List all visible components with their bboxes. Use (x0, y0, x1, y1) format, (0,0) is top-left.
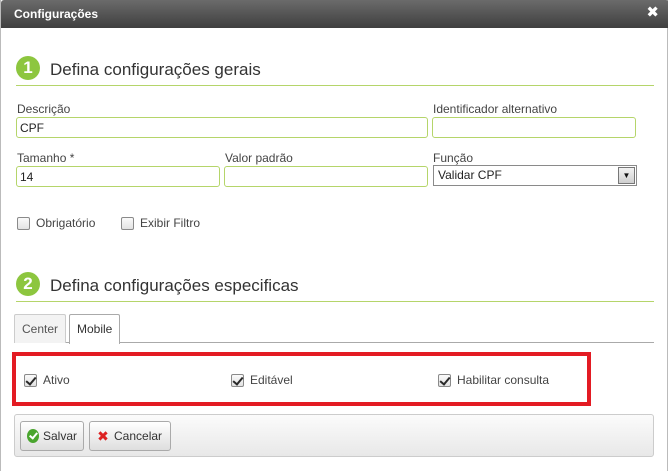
funcao-select[interactable]: Validar CPF ▼ (433, 165, 637, 186)
dialog-footer: Salvar ✖ Cancelar (14, 414, 654, 457)
funcao-label: Função (433, 151, 474, 165)
configuracoes-dialog: Configurações ✖ 1 Defina configurações g… (0, 0, 668, 471)
tamanho-label: Tamanho * (17, 151, 75, 165)
save-button[interactable]: Salvar (20, 421, 84, 451)
section-general-heading: Defina configurações gerais (50, 60, 261, 79)
save-button-label: Salvar (42, 429, 77, 443)
step-number-2: 2 (16, 272, 40, 296)
red-highlight-box (12, 352, 591, 406)
step-number-1: 1 (16, 56, 40, 80)
tab-center[interactable]: Center (14, 314, 67, 343)
descricao-input[interactable] (16, 117, 428, 138)
exibir-filtro-checkbox[interactable] (121, 216, 134, 230)
funcao-selected-value: Validar CPF (438, 168, 502, 182)
identificador-label: Identificador alternativo (433, 102, 558, 116)
section-general-header: 1 Defina configurações gerais (16, 56, 654, 86)
obrigatorio-checkbox-row[interactable]: Obrigatório (17, 216, 95, 230)
exibir-filtro-label: Exibir Filtro (140, 216, 201, 230)
platform-tabs: Center Mobile (14, 314, 654, 344)
descricao-label: Descrição (17, 102, 71, 116)
section-specific-header: 2 Defina configurações especificas (16, 272, 654, 302)
check-circle-icon (27, 429, 39, 443)
dialog-titlebar: Configurações ✖ (1, 0, 668, 28)
section-specific-heading: Defina configurações especificas (50, 276, 299, 295)
x-icon: ✖ (97, 428, 109, 444)
cancel-button-label: Cancelar (114, 429, 163, 443)
obrigatorio-label: Obrigatório (36, 216, 96, 230)
tamanho-input[interactable] (16, 166, 220, 187)
valor-padrao-input[interactable] (224, 166, 428, 187)
valor-padrao-label: Valor padrão (225, 151, 293, 165)
close-icon[interactable]: ✖ (646, 4, 659, 22)
exibir-filtro-checkbox-row[interactable]: Exibir Filtro (121, 216, 200, 230)
obrigatorio-checkbox[interactable] (17, 216, 30, 230)
tab-mobile[interactable]: Mobile (69, 314, 121, 344)
cancel-button[interactable]: ✖ Cancelar (89, 421, 171, 451)
dialog-title: Configurações (14, 7, 99, 21)
identificador-input[interactable] (432, 117, 636, 138)
chevron-down-icon[interactable]: ▼ (618, 167, 635, 184)
